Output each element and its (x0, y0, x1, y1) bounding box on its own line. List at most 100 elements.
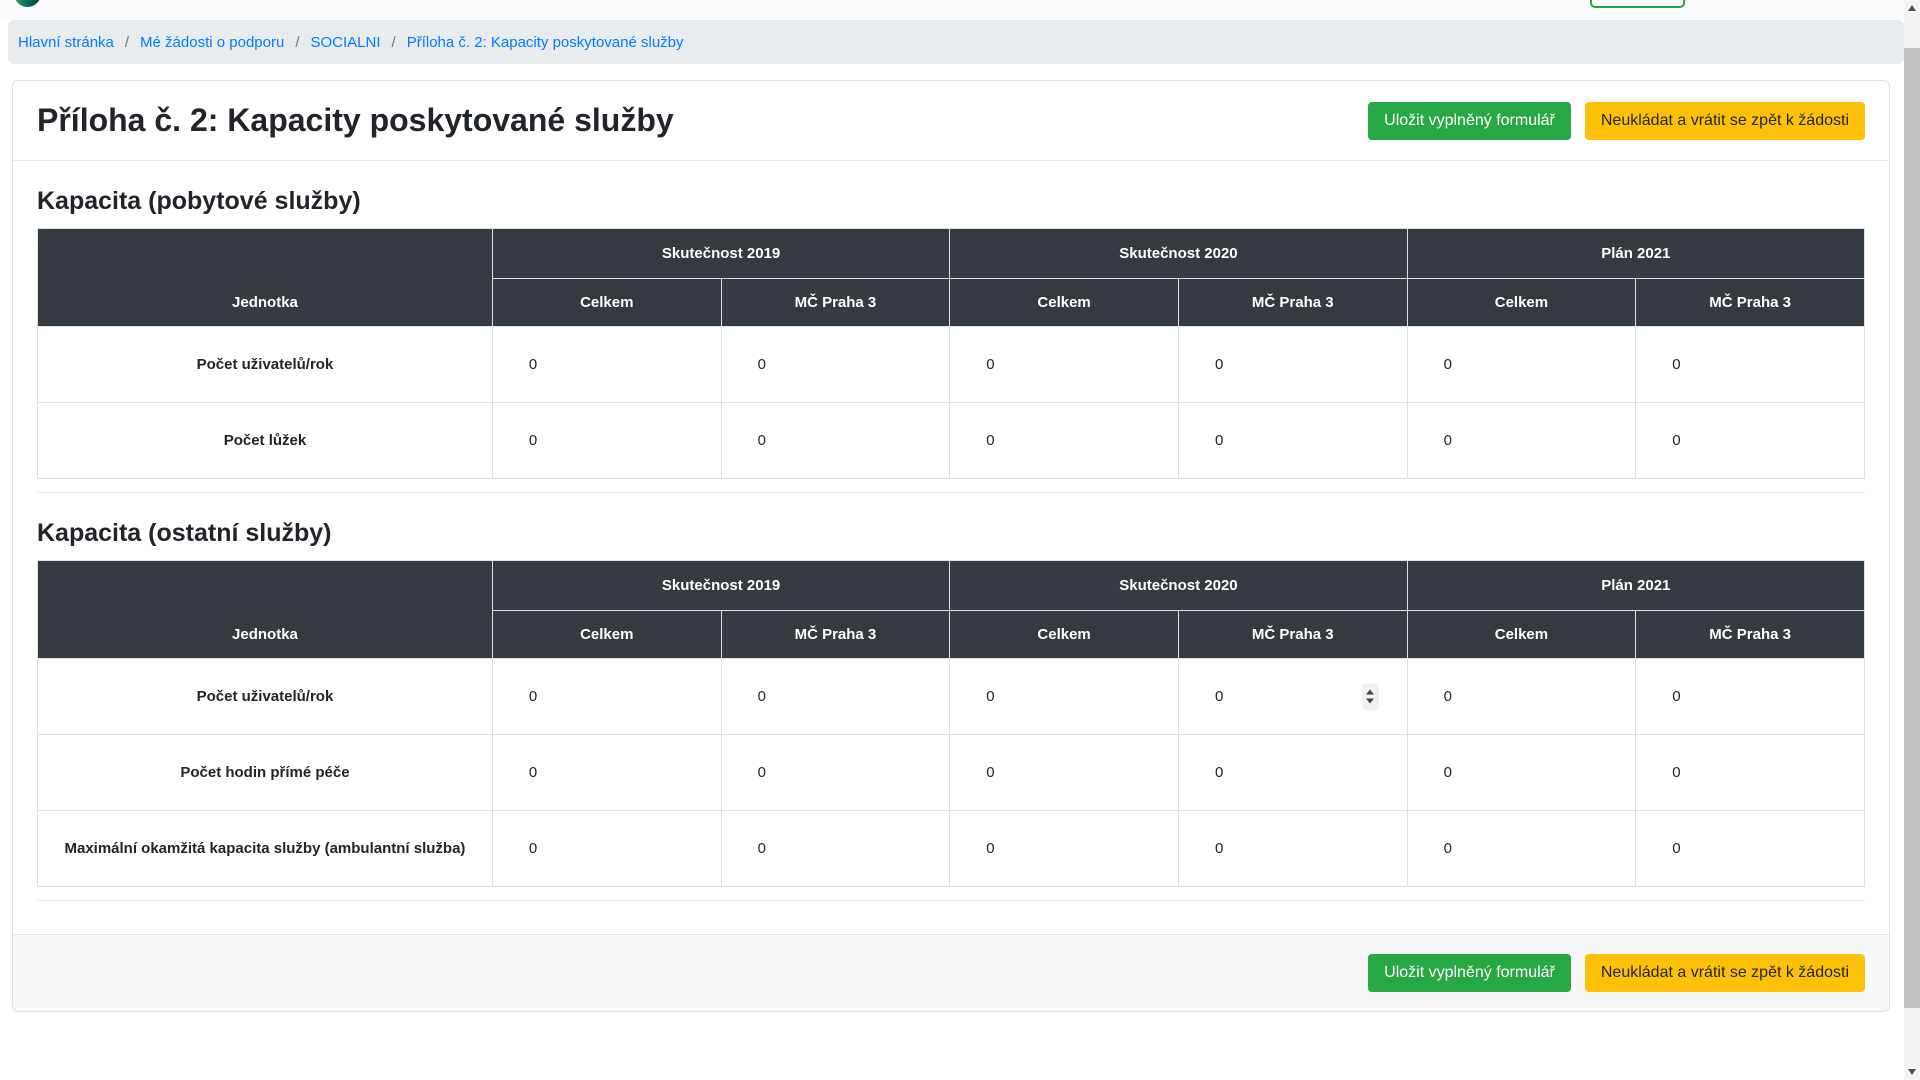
column-header-sub: MČ Praha 3 (1636, 611, 1865, 659)
value-cell (950, 659, 1179, 735)
value-cell (1178, 811, 1407, 887)
capacity-input[interactable] (962, 764, 1166, 781)
value-cell (1636, 735, 1865, 811)
value-cell (950, 327, 1179, 403)
value-cell (950, 811, 1179, 887)
row-label: Počet hodin přímé péče (38, 735, 493, 811)
table-row: Počet uživatelů/rok (38, 659, 1865, 735)
row-label: Počet uživatelů/rok (38, 659, 493, 735)
column-header-sub: MČ Praha 3 (1178, 611, 1407, 659)
capacity-input[interactable] (1648, 432, 1852, 449)
capacity-input[interactable] (1648, 356, 1852, 373)
capacity-input[interactable] (962, 356, 1166, 373)
capacity-input[interactable] (1191, 840, 1395, 857)
breadcrumb: Hlavní stránka / Mé žádosti o podporu / … (8, 20, 1904, 64)
number-spinner[interactable] (1362, 683, 1379, 710)
card-body: Kapacita (pobytové služby)JednotkaSkuteč… (13, 187, 1889, 901)
value-cell (721, 811, 950, 887)
save-form-button-bottom[interactable]: Uložit vyplněný formulář (1368, 954, 1571, 992)
value-cell (1178, 327, 1407, 403)
section-title: Kapacita (pobytové služby) (37, 187, 1865, 216)
capacity-input[interactable] (734, 432, 938, 449)
table-row: Počet hodin přímé péče (38, 735, 1865, 811)
save-form-button[interactable]: Uložit vyplněný formulář (1368, 102, 1571, 140)
row-label: Počet uživatelů/rok (38, 327, 493, 403)
value-cell (492, 735, 721, 811)
capacity-input[interactable] (734, 764, 938, 781)
scrollbar-thumb[interactable] (1904, 48, 1920, 1008)
form-card: Příloha č. 2: Kapacity poskytované služb… (12, 80, 1890, 1012)
value-cell (1178, 735, 1407, 811)
card-footer: Uložit vyplněný formulář Neukládat a vrá… (13, 934, 1889, 1011)
column-header-sub: MČ Praha 3 (721, 611, 950, 659)
capacity-input[interactable] (1191, 432, 1395, 449)
value-cell (950, 403, 1179, 479)
value-cell (492, 811, 721, 887)
capacity-input[interactable] (734, 840, 938, 857)
capacity-input[interactable] (505, 356, 709, 373)
row-label: Maximální okamžitá kapacita služby (ambu… (38, 811, 493, 887)
value-cell (721, 659, 950, 735)
arrow-down-icon (1908, 1069, 1916, 1075)
column-header-sub: MČ Praha 3 (1178, 279, 1407, 327)
capacity-input[interactable] (1420, 764, 1624, 781)
capacity-input[interactable] (734, 688, 938, 705)
cancel-return-button[interactable]: Neukládat a vrátit se zpět k žádosti (1585, 102, 1865, 140)
cancel-return-button-bottom[interactable]: Neukládat a vrátit se zpět k žádosti (1585, 954, 1865, 992)
spinner-down-icon[interactable] (1366, 699, 1374, 704)
capacity-input[interactable] (1191, 356, 1395, 373)
column-header-sub: Celkem (1407, 611, 1636, 659)
value-cell (721, 735, 950, 811)
section-divider (37, 900, 1865, 901)
table-header-group-row: JednotkaSkutečnost 2019Skutečnost 2020Pl… (38, 561, 1865, 611)
value-cell (1407, 735, 1636, 811)
column-header-group: Plán 2021 (1407, 561, 1864, 611)
column-header-sub: Celkem (492, 279, 721, 327)
capacity-input[interactable] (505, 688, 709, 705)
breadcrumb-link-current[interactable]: Příloha č. 2: Kapacity poskytované služb… (407, 34, 684, 51)
table-row: Počet lůžek (38, 403, 1865, 479)
capacity-input[interactable] (962, 840, 1166, 857)
capacity-input[interactable] (1648, 764, 1852, 781)
column-header-sub: Celkem (950, 279, 1179, 327)
scrollbar[interactable] (1904, 0, 1920, 1080)
capacity-input[interactable] (1648, 688, 1852, 705)
value-cell (1636, 327, 1865, 403)
column-header-group: Skutečnost 2019 (492, 561, 949, 611)
value-cell (492, 327, 721, 403)
section-divider (37, 492, 1865, 493)
breadcrumb-link-home[interactable]: Hlavní stránka (18, 34, 114, 51)
capacity-input[interactable] (1648, 840, 1852, 857)
table-row: Počet uživatelů/rok (38, 327, 1865, 403)
column-header-jednotka: Jednotka (38, 229, 493, 327)
breadcrumb-link-requests[interactable]: Mé žádosti o podporu (140, 34, 284, 51)
capacity-input[interactable] (1191, 764, 1395, 781)
capacity-input[interactable] (1420, 840, 1624, 857)
capacity-input[interactable] (1420, 356, 1624, 373)
value-cell (1636, 403, 1865, 479)
capacity-input[interactable] (505, 432, 709, 449)
capacity-input[interactable] (1420, 688, 1624, 705)
value-cell (1636, 659, 1865, 735)
breadcrumb-separator: / (295, 34, 299, 51)
value-cell (950, 735, 1179, 811)
column-header-sub: MČ Praha 3 (1636, 279, 1865, 327)
capacity-input[interactable] (962, 688, 1166, 705)
value-cell (492, 659, 721, 735)
app-header-partial (0, 0, 1904, 20)
capacity-input[interactable] (1420, 432, 1624, 449)
capacity-input[interactable] (962, 432, 1166, 449)
value-cell (1407, 327, 1636, 403)
capacity-input[interactable] (734, 356, 938, 373)
capacity-input[interactable] (505, 840, 709, 857)
partial-outline-button[interactable] (1590, 0, 1685, 8)
column-header-group: Skutečnost 2019 (492, 229, 949, 279)
breadcrumb-separator: / (392, 34, 396, 51)
breadcrumb-link-socialni[interactable]: SOCIALNI (310, 34, 380, 51)
scrollbar-up-arrow[interactable] (1904, 0, 1920, 16)
capacity-input[interactable] (505, 764, 709, 781)
column-header-sub: Celkem (1407, 279, 1636, 327)
scrollbar-down-arrow[interactable] (1904, 1064, 1920, 1080)
table-header-group-row: JednotkaSkutečnost 2019Skutečnost 2020Pl… (38, 229, 1865, 279)
spinner-up-icon[interactable] (1366, 690, 1374, 695)
